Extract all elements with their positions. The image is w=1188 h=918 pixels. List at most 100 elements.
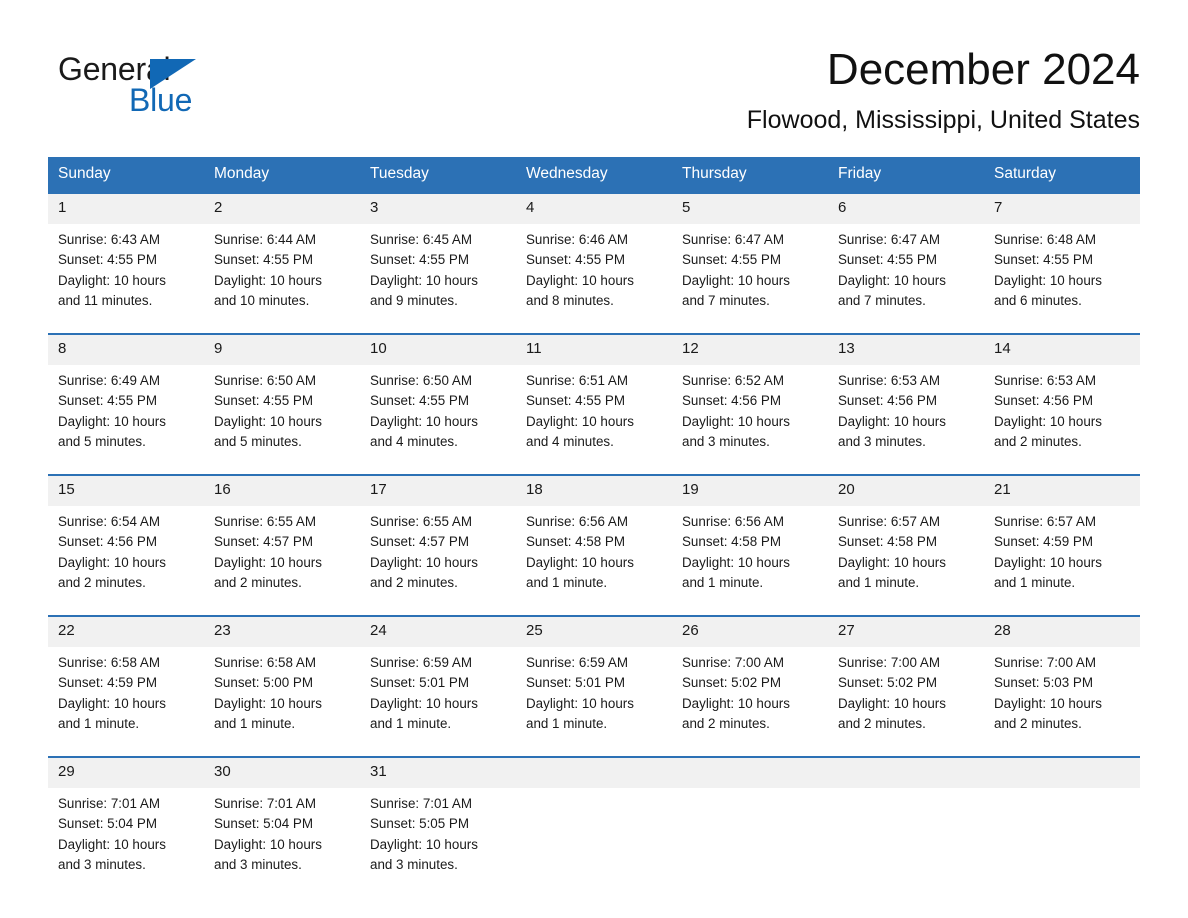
day-cell-empty	[828, 788, 984, 880]
day-cell: Sunrise: 7:00 AM Sunset: 5:02 PM Daylight:…	[672, 647, 828, 739]
day-number[interactable]: 27	[828, 617, 984, 647]
daylight-text-line2: and 2 minutes.	[58, 574, 146, 590]
day-number[interactable]: 1	[48, 194, 204, 224]
day-number[interactable]: 10	[360, 335, 516, 365]
daylight-text-line1: Daylight: 10 hours	[370, 554, 478, 570]
day-number[interactable]: 24	[360, 617, 516, 647]
sunrise-text: Sunrise: 7:01 AM	[370, 796, 472, 811]
daylight-text-line1: Daylight: 10 hours	[370, 695, 478, 711]
day-number[interactable]: 23	[204, 617, 360, 647]
day-number[interactable]: 6	[828, 194, 984, 224]
sunrise-text: Sunrise: 6:50 AM	[214, 373, 316, 388]
day-cell: Sunrise: 6:47 AM Sunset: 4:55 PM Daylight:…	[672, 224, 828, 316]
day-number[interactable]: 18	[516, 476, 672, 506]
page-masthead: General Blue December 2024 Flowood, Miss…	[0, 0, 1188, 134]
day-number[interactable]: 20	[828, 476, 984, 506]
page-subtitle-location: Flowood, Mississippi, United States	[746, 106, 1140, 134]
sunrise-text: Sunrise: 7:00 AM	[838, 655, 940, 670]
sunset-text: Sunset: 4:57 PM	[214, 534, 313, 550]
day-number[interactable]: 30	[204, 758, 360, 788]
daylight-text-line2: and 4 minutes.	[526, 433, 614, 449]
day-number[interactable]: 15	[48, 476, 204, 506]
sunrise-text: Sunrise: 6:45 AM	[370, 232, 472, 247]
day-number[interactable]: 28	[984, 617, 1140, 647]
day-cell: Sunrise: 6:57 AM Sunset: 4:58 PM Daylight:…	[828, 506, 984, 598]
day-number[interactable]: 31	[360, 758, 516, 788]
daylight-text-line1: Daylight: 10 hours	[214, 272, 322, 288]
day-number[interactable]: 7	[984, 194, 1140, 224]
day-number[interactable]: 11	[516, 335, 672, 365]
page-title: December 2024	[826, 45, 1140, 94]
day-number[interactable]: 4	[516, 194, 672, 224]
daylight-text-line1: Daylight: 10 hours	[526, 413, 634, 429]
day-number[interactable]: 8	[48, 335, 204, 365]
day-cell: Sunrise: 6:52 AM Sunset: 4:56 PM Daylight:…	[672, 365, 828, 457]
sunrise-text: Sunrise: 6:53 AM	[838, 373, 940, 388]
day-cell: Sunrise: 6:59 AM Sunset: 5:01 PM Daylight:…	[516, 647, 672, 739]
daylight-text-line1: Daylight: 10 hours	[370, 413, 478, 429]
day-number[interactable]: 21	[984, 476, 1140, 506]
day-cell-empty	[984, 788, 1140, 880]
sunrise-text: Sunrise: 6:43 AM	[58, 232, 160, 247]
sunset-text: Sunset: 4:56 PM	[58, 534, 157, 550]
weekday-header-friday: Friday	[828, 157, 984, 192]
daylight-text-line1: Daylight: 10 hours	[994, 272, 1102, 288]
sunset-text: Sunset: 4:59 PM	[994, 534, 1093, 550]
day-cell: Sunrise: 6:47 AM Sunset: 4:55 PM Daylight:…	[828, 224, 984, 316]
day-cell: Sunrise: 6:59 AM Sunset: 5:01 PM Daylight:…	[360, 647, 516, 739]
day-number[interactable]: 9	[204, 335, 360, 365]
day-cell: Sunrise: 6:43 AM Sunset: 4:55 PM Daylight:…	[48, 224, 204, 316]
sunset-text: Sunset: 4:55 PM	[214, 252, 313, 268]
daylight-text-line1: Daylight: 10 hours	[58, 836, 166, 852]
day-cell: Sunrise: 6:49 AM Sunset: 4:55 PM Daylight:…	[48, 365, 204, 457]
day-cell: Sunrise: 7:01 AM Sunset: 5:04 PM Daylight:…	[204, 788, 360, 880]
calendar-table: Sunday Monday Tuesday Wednesday Thursday…	[48, 157, 1140, 880]
day-number[interactable]: 29	[48, 758, 204, 788]
day-number-row: 8 9 10 11 12 13 14	[48, 335, 1140, 365]
calendar-header-row: Sunday Monday Tuesday Wednesday Thursday…	[48, 157, 1140, 192]
sunset-text: Sunset: 4:56 PM	[682, 393, 781, 409]
day-cell: Sunrise: 6:53 AM Sunset: 4:56 PM Daylight:…	[984, 365, 1140, 457]
daylight-text-line1: Daylight: 10 hours	[58, 413, 166, 429]
sunset-text: Sunset: 4:55 PM	[526, 393, 625, 409]
day-number[interactable]: 25	[516, 617, 672, 647]
daylight-text-line2: and 10 minutes.	[214, 292, 310, 308]
daylight-text-line2: and 3 minutes.	[370, 856, 458, 872]
day-number[interactable]: 2	[204, 194, 360, 224]
day-number[interactable]: 19	[672, 476, 828, 506]
week-gap-cell	[48, 739, 1140, 756]
daylight-text-line1: Daylight: 10 hours	[838, 554, 946, 570]
daylight-text-line1: Daylight: 10 hours	[526, 554, 634, 570]
day-number[interactable]: 12	[672, 335, 828, 365]
sunrise-text: Sunrise: 6:44 AM	[214, 232, 316, 247]
day-number[interactable]: 26	[672, 617, 828, 647]
daylight-text-line1: Daylight: 10 hours	[682, 413, 790, 429]
sunset-text: Sunset: 4:55 PM	[838, 252, 937, 268]
day-cell: Sunrise: 6:45 AM Sunset: 4:55 PM Daylight:…	[360, 224, 516, 316]
day-number[interactable]: 16	[204, 476, 360, 506]
day-cell-empty	[516, 788, 672, 880]
daylight-text-line2: and 2 minutes.	[838, 715, 926, 731]
daylight-text-line1: Daylight: 10 hours	[838, 695, 946, 711]
day-number-row: 15 16 17 18 19 20 21	[48, 476, 1140, 506]
daylight-text-line1: Daylight: 10 hours	[370, 836, 478, 852]
sunset-text: Sunset: 5:03 PM	[994, 675, 1093, 691]
daylight-text-line1: Daylight: 10 hours	[838, 413, 946, 429]
day-number[interactable]: 17	[360, 476, 516, 506]
day-number[interactable]: 22	[48, 617, 204, 647]
day-number[interactable]: 5	[672, 194, 828, 224]
daylight-text-line2: and 5 minutes.	[214, 433, 302, 449]
day-number-empty	[828, 758, 984, 788]
day-number[interactable]: 13	[828, 335, 984, 365]
sunset-text: Sunset: 5:00 PM	[214, 675, 313, 691]
sunset-text: Sunset: 4:55 PM	[370, 393, 469, 409]
sunrise-text: Sunrise: 6:57 AM	[838, 514, 940, 529]
sunset-text: Sunset: 5:02 PM	[838, 675, 937, 691]
day-number[interactable]: 3	[360, 194, 516, 224]
day-cell: Sunrise: 6:48 AM Sunset: 4:55 PM Daylight:…	[984, 224, 1140, 316]
sunset-text: Sunset: 4:56 PM	[838, 393, 937, 409]
day-number[interactable]: 14	[984, 335, 1140, 365]
sunset-text: Sunset: 4:58 PM	[838, 534, 937, 550]
day-cell: Sunrise: 7:00 AM Sunset: 5:03 PM Daylight:…	[984, 647, 1140, 739]
sunrise-text: Sunrise: 6:59 AM	[370, 655, 472, 670]
